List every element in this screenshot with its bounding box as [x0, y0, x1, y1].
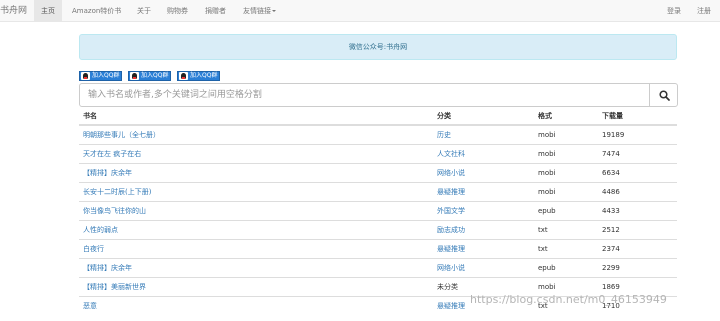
format-cell: txt	[534, 219, 598, 239]
table-row: 明朝那些事儿（全七册） 历史 mobi 19189	[79, 124, 677, 144]
title-cell: 【精排】庆余年	[79, 162, 433, 182]
nav-coupons[interactable]: 购物券	[167, 0, 188, 22]
book-table: 书名 分类 格式 下载量 明朝那些事儿（全七册） 历史 mobi 19189 天才在左 …	[79, 108, 677, 315]
category-cell: 网络小说	[433, 162, 534, 182]
downloads-cell: 7474	[598, 143, 677, 163]
category-cell: 历史	[433, 124, 534, 144]
search-icon	[659, 90, 670, 101]
book-title-link[interactable]: 【精排】庆余年	[83, 264, 132, 272]
book-title-link[interactable]: 恶意	[83, 302, 97, 310]
category-cell: 悬疑推理	[433, 238, 534, 258]
title-cell: 白夜行	[79, 238, 433, 258]
header-downloads: 下载量	[598, 108, 677, 126]
category-cell: 悬疑推理	[433, 181, 534, 201]
downloads-cell: 2374	[598, 238, 677, 258]
downloads-cell: 19189	[598, 124, 677, 144]
downloads-cell: 4433	[598, 200, 677, 220]
title-cell: 人性的弱点	[79, 219, 433, 239]
title-cell: 【精排】庆余年	[79, 257, 433, 277]
qq-icon	[81, 72, 90, 80]
title-cell: 【精排】美丽新世界	[79, 276, 433, 296]
register-link[interactable]: 注册	[697, 0, 711, 22]
book-title-link[interactable]: 人性的弱点	[83, 226, 118, 234]
watermark: https://blog.csdn.net/m0_46153949	[470, 293, 667, 306]
category-cell: 励志成功	[433, 219, 534, 239]
format-cell: mobi	[534, 124, 598, 144]
nav-donors[interactable]: 捐赠者	[205, 0, 226, 22]
nav-amazon-deals[interactable]: Amazon特价书	[72, 0, 121, 22]
book-title-link[interactable]: 长安十二时辰(上下册)	[83, 188, 151, 196]
format-cell: mobi	[534, 181, 598, 201]
join-qq-label: 加入QQ群	[141, 72, 169, 79]
table-row: 【精排】庆余年 网络小说 mobi 6634	[79, 162, 677, 182]
table-row: 人性的弱点 励志成功 txt 2512	[79, 219, 677, 239]
downloads-cell: 6634	[598, 162, 677, 182]
title-cell: 你当像鸟飞往你的山	[79, 200, 433, 220]
category-link[interactable]: 悬疑推理	[437, 302, 465, 310]
downloads-cell: 2299	[598, 257, 677, 277]
nav-home[interactable]: 主页	[34, 0, 62, 22]
category-text: 未分类	[437, 282, 458, 291]
book-title-link[interactable]: 明朝那些事儿（全七册）	[83, 131, 160, 139]
search-button[interactable]	[649, 83, 678, 107]
book-title-link[interactable]: 【精排】庆余年	[83, 169, 132, 177]
title-cell: 天才在左 疯子在右	[79, 143, 433, 163]
category-link[interactable]: 悬疑推理	[437, 188, 465, 196]
join-qq-group-button[interactable]: 加入QQ群	[128, 71, 172, 81]
navbar: 书舟网 主页 Amazon特价书 关于 购物券 捐赠者 友情链接 登录 注册	[0, 0, 720, 22]
category-link[interactable]: 历史	[437, 131, 451, 139]
header-format: 格式	[534, 108, 598, 126]
category-link[interactable]: 悬疑推理	[437, 245, 465, 253]
category-cell: 网络小说	[433, 257, 534, 277]
login-link[interactable]: 登录	[667, 0, 681, 22]
search-input[interactable]: 输入书名或作者,多个关键词之间用空格分割	[79, 83, 650, 107]
nav-about[interactable]: 关于	[137, 0, 151, 22]
category-link[interactable]: 人文社科	[437, 150, 465, 158]
downloads-cell: 4486	[598, 181, 677, 201]
caret-down-icon	[272, 10, 276, 12]
book-title-link[interactable]: 天才在左 疯子在右	[83, 150, 141, 158]
qq-icon	[130, 72, 139, 80]
book-title-link[interactable]: 你当像鸟飞往你的山	[83, 207, 146, 215]
title-cell: 恶意	[79, 295, 433, 315]
header-category: 分类	[433, 108, 534, 126]
downloads-cell: 2512	[598, 219, 677, 239]
format-cell: mobi	[534, 162, 598, 182]
table-row: 【精排】庆余年 网络小说 epub 2299	[79, 257, 677, 277]
title-cell: 明朝那些事儿（全七册）	[79, 124, 433, 144]
join-qq-group-button[interactable]: 加入QQ群	[177, 71, 221, 81]
format-cell: txt	[534, 238, 598, 258]
wechat-alert: 微信公众号:书舟网	[79, 34, 677, 60]
category-link[interactable]: 网络小说	[437, 264, 465, 272]
header-title: 书名	[79, 108, 433, 126]
category-cell: 人文社科	[433, 143, 534, 163]
nav-friend-links-label: 友情链接	[243, 7, 271, 15]
category-cell: 外国文学	[433, 200, 534, 220]
format-cell: epub	[534, 257, 598, 277]
table-row: 你当像鸟飞往你的山 外国文学 epub 4433	[79, 200, 677, 220]
category-link[interactable]: 励志成功	[437, 226, 465, 234]
site-brand[interactable]: 书舟网	[0, 0, 27, 22]
category-link[interactable]: 外国文学	[437, 207, 465, 215]
join-qq-label: 加入QQ群	[92, 72, 120, 79]
table-row: 长安十二时辰(上下册) 悬疑推理 mobi 4486	[79, 181, 677, 201]
format-cell: mobi	[534, 143, 598, 163]
join-qq-group-button[interactable]: 加入QQ群	[79, 71, 123, 81]
format-cell: epub	[534, 200, 598, 220]
table-row: 天才在左 疯子在右 人文社科 mobi 7474	[79, 143, 677, 163]
book-title-link[interactable]: 白夜行	[83, 245, 104, 253]
category-link[interactable]: 网络小说	[437, 169, 465, 177]
table-row: 白夜行 悬疑推理 txt 2374	[79, 238, 677, 258]
title-cell: 长安十二时辰(上下册)	[79, 181, 433, 201]
join-qq-label: 加入QQ群	[190, 72, 218, 79]
nav-friend-links[interactable]: 友情链接	[243, 0, 276, 22]
book-title-link[interactable]: 【精排】美丽新世界	[83, 283, 146, 291]
qq-icon	[179, 72, 188, 80]
table-header-row: 书名 分类 格式 下载量	[79, 108, 677, 126]
